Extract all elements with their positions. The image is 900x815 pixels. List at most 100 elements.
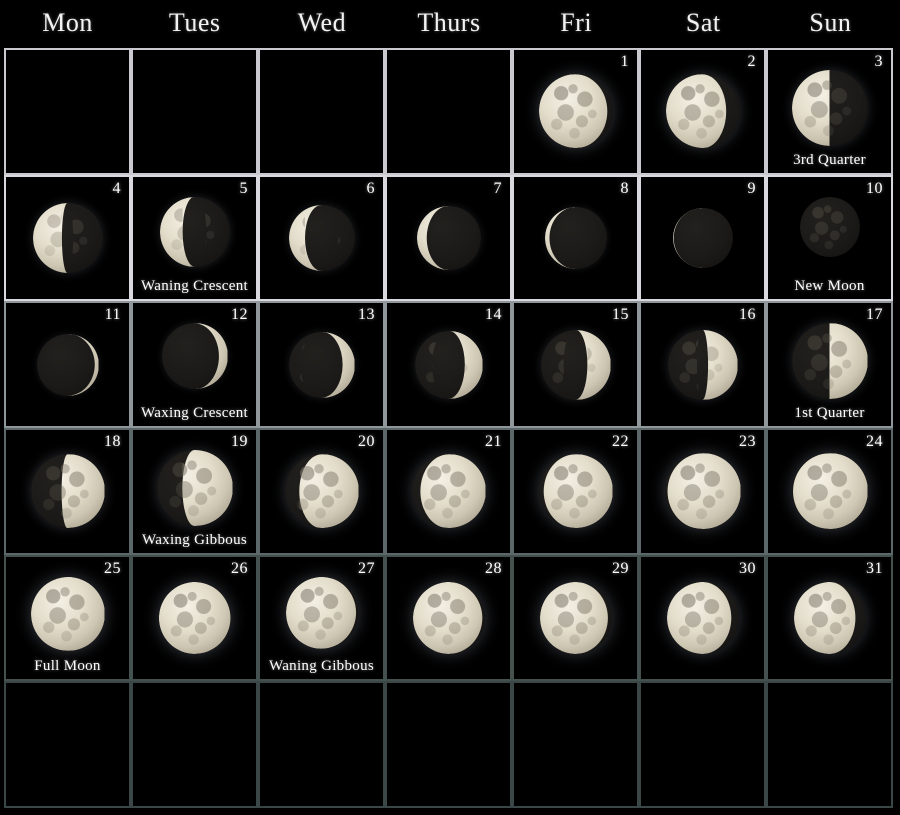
day-number: 8 bbox=[620, 179, 629, 197]
moon-phase-icon bbox=[791, 453, 868, 530]
calendar-day-cell[interactable]: 16 bbox=[639, 301, 766, 428]
calendar-day-cell[interactable]: 15 bbox=[512, 301, 639, 428]
calendar-empty-cell bbox=[385, 48, 512, 175]
day-number: 9 bbox=[747, 179, 756, 197]
moon-phase-icon bbox=[32, 202, 103, 273]
calendar-day-cell[interactable]: 17 1st Quarter bbox=[766, 301, 893, 428]
calendar-day-cell[interactable]: 13 bbox=[258, 301, 385, 428]
day-number: 29 bbox=[612, 559, 629, 577]
weekday-header-mon: Mon bbox=[4, 0, 131, 46]
moon-phase-icon bbox=[791, 323, 868, 400]
moon-phase-icon bbox=[288, 204, 355, 271]
moon-phase-icon bbox=[156, 449, 233, 526]
calendar-day-cell[interactable]: 1 bbox=[512, 48, 639, 175]
calendar-day-cell[interactable]: 12 Waxing Crescent bbox=[131, 301, 258, 428]
moon-image bbox=[514, 50, 637, 173]
calendar-day-cell[interactable]: 22 bbox=[512, 427, 639, 555]
moon-phase-label: Waxing Gibbous bbox=[141, 531, 248, 548]
calendar-empty-cell bbox=[512, 681, 639, 808]
moon-phase-label: Full Moon bbox=[34, 658, 101, 675]
calendar-day-cell[interactable]: 26 bbox=[131, 554, 258, 682]
calendar-day-cell[interactable]: 5 Waning Crescent bbox=[131, 174, 258, 302]
weekday-label: Sat bbox=[685, 8, 721, 37]
calendar-day-cell[interactable]: 9 bbox=[639, 174, 766, 302]
calendar-day-cell[interactable]: 30 bbox=[639, 554, 766, 682]
calendar-day-cell[interactable]: 27 Waning Gibbous bbox=[258, 554, 385, 682]
moon-phase-icon bbox=[665, 74, 740, 149]
calendar-grid: 1 2 3 3rd Quarter 4 5 Waning Crescent 6 7 8 9 10 New… bbox=[4, 48, 893, 808]
calendar-empty-cell bbox=[385, 681, 512, 808]
weekday-header-wed: Wed bbox=[258, 0, 385, 46]
calendar-day-cell[interactable]: 25 Full Moon bbox=[4, 554, 131, 682]
moon-phase-icon bbox=[416, 205, 481, 270]
moon-phase-label: 1st Quarter bbox=[794, 405, 865, 422]
moon-image bbox=[6, 177, 129, 300]
moon-phase-icon bbox=[161, 323, 228, 390]
day-number: 15 bbox=[612, 306, 629, 324]
calendar-day-cell[interactable]: 10 New Moon bbox=[766, 174, 893, 302]
moon-phase-icon bbox=[664, 453, 741, 530]
moon-image bbox=[641, 177, 764, 300]
moon-phase-icon bbox=[288, 331, 355, 398]
moon-phase-icon bbox=[284, 454, 359, 529]
calendar-day-cell[interactable]: 29 bbox=[512, 554, 639, 682]
day-number: 31 bbox=[866, 559, 883, 577]
calendar-empty-cell bbox=[258, 48, 385, 175]
moon-phase-icon bbox=[791, 70, 868, 146]
moon-phase-label: New Moon bbox=[794, 278, 865, 295]
moon-phase-icon bbox=[667, 329, 738, 400]
calendar-day-cell[interactable]: 28 bbox=[385, 554, 512, 682]
calendar-empty-cell bbox=[131, 681, 258, 808]
moon-phase-calendar: Mon Tues Wed Thurs Fri Sat Sun 1 2 3 3rd Quarter 4… bbox=[0, 0, 900, 815]
weekday-label: Thurs bbox=[417, 8, 481, 37]
calendar-day-cell[interactable]: 14 bbox=[385, 301, 512, 428]
moon-phase-icon bbox=[799, 196, 860, 257]
calendar-day-cell[interactable]: 8 bbox=[512, 174, 639, 302]
calendar-day-cell[interactable]: 6 bbox=[258, 174, 385, 302]
day-number: 16 bbox=[739, 306, 756, 324]
day-number: 6 bbox=[366, 179, 375, 197]
weekday-header-sun: Sun bbox=[767, 0, 894, 46]
moon-phase-icon bbox=[30, 454, 105, 529]
calendar-day-cell[interactable]: 18 bbox=[4, 427, 131, 555]
moon-phase-icon bbox=[36, 333, 99, 396]
weekday-header-fri: Fri bbox=[513, 0, 640, 46]
moon-image bbox=[387, 177, 510, 300]
moon-phase-icon bbox=[538, 454, 613, 529]
moon-phase-label: 3rd Quarter bbox=[793, 151, 866, 168]
calendar-day-cell[interactable]: 4 bbox=[4, 174, 131, 302]
day-number: 18 bbox=[104, 432, 121, 450]
day-number: 26 bbox=[231, 559, 248, 577]
day-number: 27 bbox=[358, 559, 375, 577]
moon-phase-icon bbox=[30, 576, 105, 651]
day-number: 3 bbox=[874, 53, 883, 70]
day-number: 22 bbox=[612, 432, 629, 450]
calendar-day-cell[interactable]: 7 bbox=[385, 174, 512, 302]
moon-phase-icon bbox=[540, 329, 611, 400]
day-number: 2 bbox=[747, 53, 756, 70]
calendar-day-cell[interactable]: 21 bbox=[385, 427, 512, 555]
moon-phase-icon bbox=[159, 196, 230, 267]
moon-phase-icon bbox=[158, 581, 231, 654]
calendar-day-cell[interactable]: 3 3rd Quarter bbox=[766, 48, 893, 175]
calendar-day-cell[interactable]: 19 Waxing Gibbous bbox=[131, 427, 258, 555]
moon-phase-icon bbox=[672, 207, 733, 268]
calendar-day-cell[interactable]: 23 bbox=[639, 427, 766, 555]
moon-phase-icon bbox=[539, 581, 612, 654]
calendar-empty-cell bbox=[4, 48, 131, 175]
moon-phase-icon bbox=[544, 206, 607, 269]
moon-phase-icon bbox=[285, 576, 358, 649]
moon-phase-icon bbox=[793, 581, 866, 654]
weekday-header: Mon Tues Wed Thurs Fri Sat Sun bbox=[4, 0, 894, 46]
calendar-empty-cell bbox=[131, 48, 258, 175]
calendar-day-cell[interactable]: 31 bbox=[766, 554, 893, 682]
calendar-day-cell[interactable]: 2 bbox=[639, 48, 766, 175]
calendar-day-cell[interactable]: 11 bbox=[4, 301, 131, 428]
day-number: 13 bbox=[358, 306, 375, 324]
moon-image bbox=[641, 50, 764, 173]
day-number: 19 bbox=[231, 432, 248, 450]
calendar-day-cell[interactable]: 24 bbox=[766, 427, 893, 555]
moon-image bbox=[514, 177, 637, 300]
moon-phase-icon bbox=[412, 581, 485, 654]
calendar-day-cell[interactable]: 20 bbox=[258, 427, 385, 555]
